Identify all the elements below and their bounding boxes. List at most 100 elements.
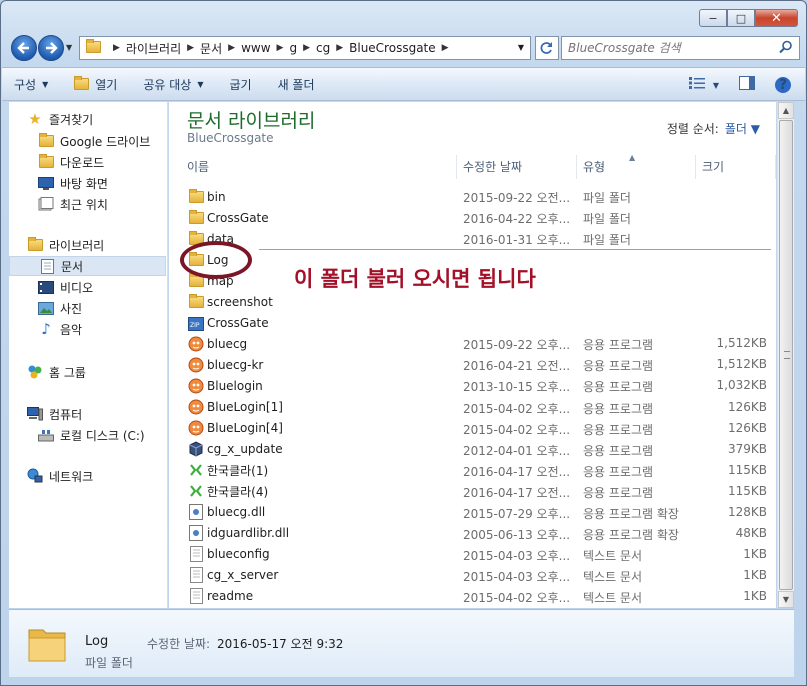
file-name-cell: cg_x_server (187, 567, 278, 584)
nav-pictures[interactable]: 사진 (38, 298, 166, 318)
new-folder-button[interactable]: 새 폴더 (278, 76, 315, 93)
file-row[interactable]: readme 2015-04-02 오후... 텍스트 문서 1KB (183, 586, 771, 607)
file-name-cell: bluecg (187, 335, 247, 352)
file-row[interactable]: bluecg-kr 2016-04-21 오전... 응용 프로그램 1,512KB (183, 354, 771, 375)
nav-recent-places[interactable]: 최근 위치 (38, 194, 166, 214)
annotation-text: 이 폴더 불러 오시면 됩니다 (294, 267, 536, 291)
address-bar[interactable]: ▶ 라이브러리 ▶ 문서 ▶ www ▶ g ▶ cg ▶ BlueCrossgate ▶ … (79, 36, 531, 60)
file-type: 파일 폴더 (583, 233, 631, 248)
file-row[interactable]: bin 2015-09-22 오전... 파일 폴더 (183, 186, 771, 207)
breadcrumb-g[interactable]: g ▶ (289, 41, 316, 55)
file-type: 응용 프로그램 (583, 422, 654, 437)
change-view-button[interactable] (688, 77, 705, 93)
file-type: 응용 프로그램 확장 (583, 506, 679, 521)
file-row[interactable]: bluecg 2015-09-22 오후... 응용 프로그램 1,512KB (183, 333, 771, 354)
nav-desktop[interactable]: 바탕 화면 (38, 173, 166, 193)
column-size[interactable]: 크기 (696, 155, 776, 179)
maximize-button[interactable]: □ (727, 9, 755, 27)
nav-favorites[interactable]: ★ 즐겨찾기 (27, 109, 165, 129)
file-row[interactable]: CrossGate 2016-04-22 오후... 파일 폴더 (183, 207, 771, 228)
file-size: 126KB (727, 399, 767, 414)
pictures-icon (38, 300, 54, 316)
file-type: 텍스트 문서 (583, 569, 643, 584)
nav-videos[interactable]: 비디오 (38, 277, 166, 297)
file-name-cell: blueconfig (187, 546, 270, 563)
search-icon[interactable] (779, 40, 793, 54)
file-row[interactable]: data 2016-01-31 오후... 파일 폴더 (183, 228, 771, 249)
file-type: 응용 프로그램 (583, 359, 654, 374)
recent-pages-dropdown[interactable]: ▼ (66, 43, 72, 52)
preview-pane-button[interactable] (739, 76, 755, 94)
chevron-down-icon: ▼ (42, 79, 49, 89)
search-input[interactable] (568, 41, 768, 55)
file-row[interactable]: screenshot (183, 291, 771, 312)
breadcrumb-documents[interactable]: 문서 ▶ (200, 40, 241, 57)
file-row[interactable]: cg_x_server 2015-04-03 오후... 텍스트 문서 1KB (183, 565, 771, 586)
nav-libraries[interactable]: 라이브러리 (27, 235, 165, 255)
file-row[interactable]: blueconfig 2015-04-03 오후... 텍스트 문서 1KB (183, 544, 771, 565)
breadcrumb-www[interactable]: www ▶ (241, 41, 289, 55)
close-button[interactable]: ✕ (755, 9, 798, 27)
file-date: 2015-04-03 오후... (463, 569, 571, 584)
help-icon[interactable]: ? (775, 77, 791, 93)
file-size: 115KB (727, 483, 767, 498)
breadcrumb-separator[interactable]: ▶ (107, 43, 126, 53)
file-row[interactable]: 한국클라(1) 2016-04-17 오전... 응용 프로그램 115KB (183, 460, 771, 481)
scroll-down-button[interactable]: ▼ (778, 591, 794, 608)
folder-icon (86, 38, 101, 56)
file-name-cell: cg_x_update (187, 441, 283, 458)
nav-local-disk[interactable]: 로컬 디스크 (C:) (38, 425, 166, 445)
file-name-cell: 한국클라(1) (187, 462, 268, 479)
view-list-icon (688, 77, 705, 89)
forward-button[interactable] (38, 35, 64, 61)
file-row[interactable]: bluecg.dll 2015-07-29 오후... 응용 프로그램 확장 128K… (183, 502, 771, 523)
file-row[interactable]: BlueLogin[4] 2015-04-02 오후... 응용 프로그램 126KB (183, 418, 771, 439)
scroll-thumb[interactable] (779, 120, 793, 590)
file-row[interactable]: idguardlibr.dll 2005-06-13 오후... 응용 프로그램 확… (183, 523, 771, 544)
file-name: screenshot (207, 294, 273, 309)
nav-documents[interactable]: 문서 (9, 256, 166, 276)
arrange-by-dropdown[interactable]: 폴더 ▼ (725, 122, 760, 136)
view-options-dropdown[interactable]: ▼ (713, 81, 719, 90)
column-date-modified[interactable]: 수정한 날짜 (457, 155, 577, 179)
organize-button[interactable]: 구성 ▼ (14, 76, 48, 93)
minimize-button[interactable]: − (699, 9, 727, 27)
file-row[interactable]: BlueLogin[1] 2015-04-02 오후... 응용 프로그램 126KB (183, 397, 771, 418)
nav-google-drive[interactable]: Google 드라이브 (38, 131, 166, 151)
sort-indicator-icon: ▲ (629, 153, 636, 162)
breadcrumb-libraries[interactable]: 라이브러리 ▶ (126, 40, 200, 57)
breadcrumb-cg[interactable]: cg ▶ (316, 41, 349, 55)
file-row[interactable]: 한국클라(4) 2016-04-17 오전... 응용 프로그램 115KB (183, 481, 771, 502)
burn-button[interactable]: 굽기 (229, 76, 251, 93)
vertical-scrollbar[interactable]: ▲ ▼ (777, 102, 794, 608)
file-date: 2016-04-21 오전... (463, 359, 571, 374)
file-name: 한국클라(1) (207, 463, 269, 478)
file-row[interactable]: ZIP CrossGate (183, 312, 771, 333)
file-name: cg_x_update (207, 442, 283, 457)
file-row[interactable]: cg_x_update 2012-04-01 오후... 응용 프로그램 379KB (183, 439, 771, 460)
address-history-dropdown[interactable]: ▼ (518, 43, 524, 52)
nav-network[interactable]: 네트워크 (27, 466, 165, 486)
scroll-up-button[interactable]: ▲ (778, 102, 794, 119)
navigation-pane: ★ 즐겨찾기 Google 드라이브 다운로드 바탕 화면 최근 위치 라이브러리… (9, 102, 168, 608)
forward-arrow-icon (46, 42, 58, 54)
refresh-button[interactable] (535, 36, 559, 60)
open-button[interactable]: 열기 (74, 76, 117, 93)
file-name: cg_x_server (207, 568, 279, 583)
large-folder-icon (27, 624, 67, 667)
library-subtitle: BlueCrossgate (187, 131, 274, 145)
nav-music[interactable]: ♪ 음악 (38, 319, 166, 339)
back-button[interactable] (11, 35, 37, 61)
file-date: 2015-09-22 오후... (463, 338, 571, 353)
column-type[interactable]: 유형 (577, 155, 696, 179)
file-type: 응용 프로그램 (583, 464, 654, 479)
breadcrumb-bluecrossgate[interactable]: BlueCrossgate ▶ (349, 41, 454, 55)
nav-computer[interactable]: 컴퓨터 (27, 404, 165, 424)
file-row[interactable]: Bluelogin 2013-10-15 오후... 응용 프로그램 1,032KB (183, 375, 771, 396)
column-name[interactable]: 이름 (181, 155, 457, 179)
nav-homegroup[interactable]: 홈 그룹 (27, 362, 165, 382)
search-box[interactable] (561, 36, 800, 60)
updater-icon (187, 441, 205, 458)
share-with-button[interactable]: 공유 대상 ▼ (143, 76, 203, 93)
nav-downloads[interactable]: 다운로드 (38, 152, 166, 172)
